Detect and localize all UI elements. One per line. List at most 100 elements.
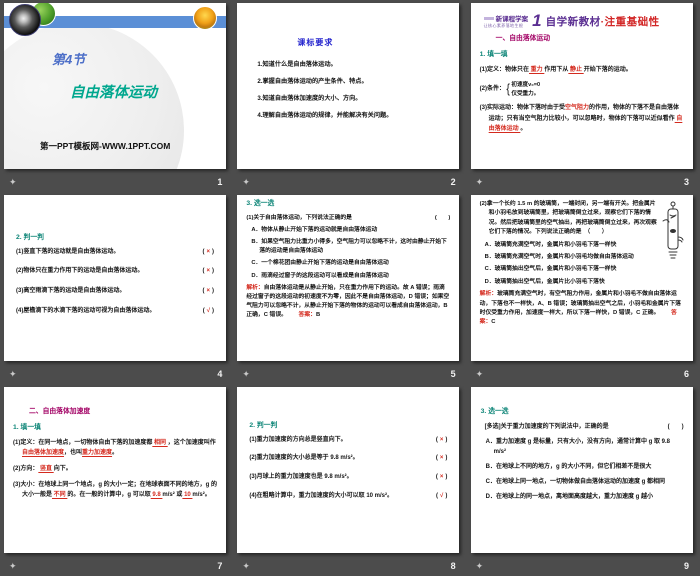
text-segment: D．雨滴经过窗子的这段运动可以看成是自由落体运动: [251, 273, 389, 279]
text-segment: 空气阻力: [565, 105, 589, 111]
text-segment: 竖直: [38, 466, 53, 472]
brand-logo-title: 新课程学案: [496, 13, 529, 23]
text-segment: 向下。: [54, 466, 72, 472]
slide-cell-5: 3. 选一选( )(1)关于自由落体运动，下列说法正确的是A．物体从静止开始下落…: [233, 192, 466, 384]
paragraph: (1)定义：在同一地点，一切物体自由下落的加速度都 相同 ，这个加速度叫作自由落…: [13, 438, 217, 459]
animation-indicator-icon[interactable]: ✦: [242, 370, 250, 379]
judge-item: (4)在粗略计算中，重力加速度的大小可以取 10 m/s²。(√): [249, 492, 447, 502]
judge-mark-group: (×): [202, 267, 214, 277]
judge-item: (1)竖直下落的运动就是自由落体运动。(×): [16, 248, 214, 258]
paren-close: ): [212, 308, 214, 314]
animation-indicator-icon[interactable]: ✦: [476, 562, 484, 571]
text-segment: D．在地球上的同一地点，离地面高度越大，重力加速度 g 越小: [486, 494, 653, 500]
option-line: A．玻璃筒充满空气时，金属片和小羽毛下落一样快: [485, 241, 685, 250]
option-line: C．玻璃筒抽出空气后，金属片和小羽毛下落一样快: [485, 265, 685, 274]
text-segment: B．玻璃筒充满空气时，金属片和小羽毛均做自由落体运动: [485, 254, 634, 260]
paragraph: 3.知道自由落体加速度的大小、方向。: [257, 94, 445, 104]
paragraph: (2)拿一个长约 1.5 m 的玻璃筒，一端封闭，另一端有开关。把金属片和小羽毛…: [480, 200, 685, 238]
unit-number: 1: [532, 13, 541, 28]
brand-logo: 新课程学案 让核心素养落地生根: [484, 13, 529, 29]
slide-cell-9: 3. 选一选( )[多选]关于重力加速度的下列说法中，正确的是A．重力加速度 g…: [467, 384, 700, 576]
slide-number: 7: [217, 561, 222, 571]
judge-text: (2)重力加速度的大小总是等于 9.8 m/s²。: [249, 454, 435, 464]
slide-number: 5: [451, 369, 456, 379]
text-segment: (1)定义：物体只在: [480, 67, 529, 73]
paragraph: 解析：自由落体运动是从静止开始，只在重力作用下的运动。故 A 错误；雨滴经过窗子…: [246, 284, 450, 321]
judge-mark-group: (×): [436, 473, 448, 483]
text-segment: 不同: [52, 492, 67, 498]
text-segment: 作用下从: [544, 67, 568, 73]
animation-indicator-icon[interactable]: ✦: [476, 178, 484, 187]
text-segment: [多选]关于重力加速度的下列说法中，正确的是: [485, 424, 609, 430]
text-segment: 静止: [568, 67, 583, 73]
slide-thumbnail-9[interactable]: 3. 选一选( )[多选]关于重力加速度的下列说法中，正确的是A．重力加速度 g…: [471, 387, 693, 553]
option-line: B．在地球上不同的地方，g 的大小不同，但它们相差不是很大: [486, 462, 684, 473]
header-title-main: 自学新教材: [546, 16, 601, 28]
newton-tube-illustration: [661, 201, 685, 263]
judge-mark-group: (×): [436, 454, 448, 464]
slide-body: (2)拿一个长约 1.5 m 的玻璃筒，一端封闭，另一端有开关。把金属片和小羽毛…: [471, 195, 693, 328]
text-segment: 。: [520, 126, 526, 132]
judge-mark-group: (×): [436, 436, 448, 446]
animation-indicator-icon[interactable]: ✦: [9, 562, 17, 571]
slide-number: 3: [684, 177, 689, 187]
text-segment: B．如果空气阻力比重力小得多，空气阻力可以忽略不计，这时由静止开始下落的运动是自…: [251, 239, 446, 254]
text-segment: ，也叫: [64, 450, 82, 456]
text-segment: 9.8: [151, 492, 163, 498]
judge-text: (4)屋檐滴下的水滴下落的运动可视为自由落体运动。: [16, 307, 203, 317]
animation-indicator-icon[interactable]: ✦: [9, 178, 17, 187]
text-segment: 重力加速度: [82, 450, 112, 456]
animation-indicator-icon[interactable]: ✦: [9, 370, 17, 379]
slide-title-line1: 第4节: [52, 49, 85, 68]
paren-close: ): [212, 249, 214, 255]
text-segment: m/s²。: [192, 492, 210, 498]
text-segment: C．在地球上同一地点，一切物体做自由落体运动的加速度 g 都相同: [486, 479, 665, 485]
slide-number: 9: [684, 561, 689, 571]
slide-thumbnail-1[interactable]: 第4节 自由落体运动 第一PPT模板网-WWW.1PPT.COM: [4, 3, 226, 169]
text-segment: 开始下落的运动。: [584, 67, 632, 73]
judge-item: (2)重力加速度的大小总是等于 9.8 m/s²。(×): [249, 454, 447, 464]
text-segment: [659, 310, 671, 316]
text-segment: A．玻璃筒充满空气时，金属片和小羽毛下落一样快: [485, 242, 617, 248]
header-title-accent: ·注重基础性: [601, 16, 660, 28]
option-line: B．如果空气阻力比重力小得多，空气阻力可以忽略不计，这时由静止开始下落的运动是自…: [251, 238, 450, 256]
paragraph: 解析：玻璃筒充满空气时，有空气阻力作用，金属片和小羽毛不做自由落体运动，下落也不…: [480, 290, 685, 328]
slide-meta-row: ✦ 3: [476, 175, 689, 189]
text-segment: D．玻璃筒抽出空气后，金属片比小羽毛下落快: [485, 279, 605, 285]
slide-thumbnail-4[interactable]: 2. 判一判(1)竖直下落的运动就是自由落体运动。(×)(2)物体只在重力作用下…: [4, 195, 226, 361]
slide-number: 1: [217, 177, 222, 187]
judge-mark-group: (×): [202, 248, 214, 258]
text-segment: (2)拿一个长约 1.5 m 的玻璃筒，一端封闭，另一端有开关。把金属片和小羽毛…: [480, 201, 657, 235]
text-segment: （ ）: [581, 229, 607, 235]
slide-number: 4: [217, 369, 222, 379]
slide-thumbnail-3[interactable]: 新课程学案 让核心素养落地生根 1 自学新教材·注重基础性 一、自由落体运动1.…: [471, 3, 693, 169]
slide-body: 二、自由落体加速度1. 填一填(1)定义：在同一地点，一切物体自由下落的加速度都…: [4, 387, 226, 501]
dandelion-image: [9, 4, 41, 36]
slide-number: 2: [451, 177, 456, 187]
section-heading: 二、自由落体加速度: [29, 407, 217, 418]
text-segment: ，这个加速度叫作: [168, 440, 216, 446]
judge-text: (1)重力加速度的方向总是竖直向下。: [249, 436, 435, 446]
slide-thumbnail-8[interactable]: 2. 判一判(1)重力加速度的方向总是竖直向下。(×)(2)重力加速度的大小总是…: [237, 387, 459, 553]
judge-mark-group: (×): [202, 287, 214, 297]
slide-thumbnail-2[interactable]: 课标要求1.知道什么是自由落体运动。2.掌握自由落体运动的产生条件、特点。3.知…: [237, 3, 459, 169]
animation-indicator-icon[interactable]: ✦: [476, 370, 484, 379]
text-segment: 答案：: [299, 312, 316, 318]
slide-cell-1: 第4节 自由落体运动 第一PPT模板网-WWW.1PPT.COM ✦ 1: [0, 0, 233, 192]
slide-thumbnail-6[interactable]: (2)拿一个长约 1.5 m 的玻璃筒，一端封闭，另一端有开关。把金属片和小羽毛…: [471, 195, 693, 361]
animation-indicator-icon[interactable]: ✦: [242, 178, 250, 187]
slide-cell-2: 课标要求1.知道什么是自由落体运动。2.掌握自由落体运动的产生条件、特点。3.知…: [233, 0, 466, 192]
section-heading: 2. 判一判: [16, 233, 214, 244]
text-segment: C．一个棉花团由静止开始下落的运动是自由落体运动: [251, 260, 389, 266]
slide-thumbnail-7[interactable]: 二、自由落体加速度1. 填一填(1)定义：在同一地点，一切物体自由下落的加速度都…: [4, 387, 226, 553]
text-segment: 自由落体运动是从静止开始，只在重力作用下的运动。故 A 错误；雨滴经过窗子的这段…: [246, 285, 449, 318]
animation-indicator-icon[interactable]: ✦: [242, 562, 250, 571]
text-segment: B．在地球上不同的地方，g 的大小不同，但它们相差不是很大: [486, 464, 652, 470]
slide-number: 8: [451, 561, 456, 571]
text-segment: (3)实际运动：物体下落时由于受: [480, 105, 565, 111]
paragraph: (2)方向： 竖直 向下。: [13, 464, 217, 475]
slide-thumbnail-5[interactable]: 3. 选一选( )(1)关于自由落体运动，下列说法正确的是A．物体从静止开始下落…: [237, 195, 459, 361]
brace-label: (2)条件：: [480, 85, 505, 95]
judge-item: (4)屋檐滴下的水滴下落的运动可视为自由落体运动。(√): [16, 307, 214, 317]
judge-mark: ×: [204, 288, 212, 294]
